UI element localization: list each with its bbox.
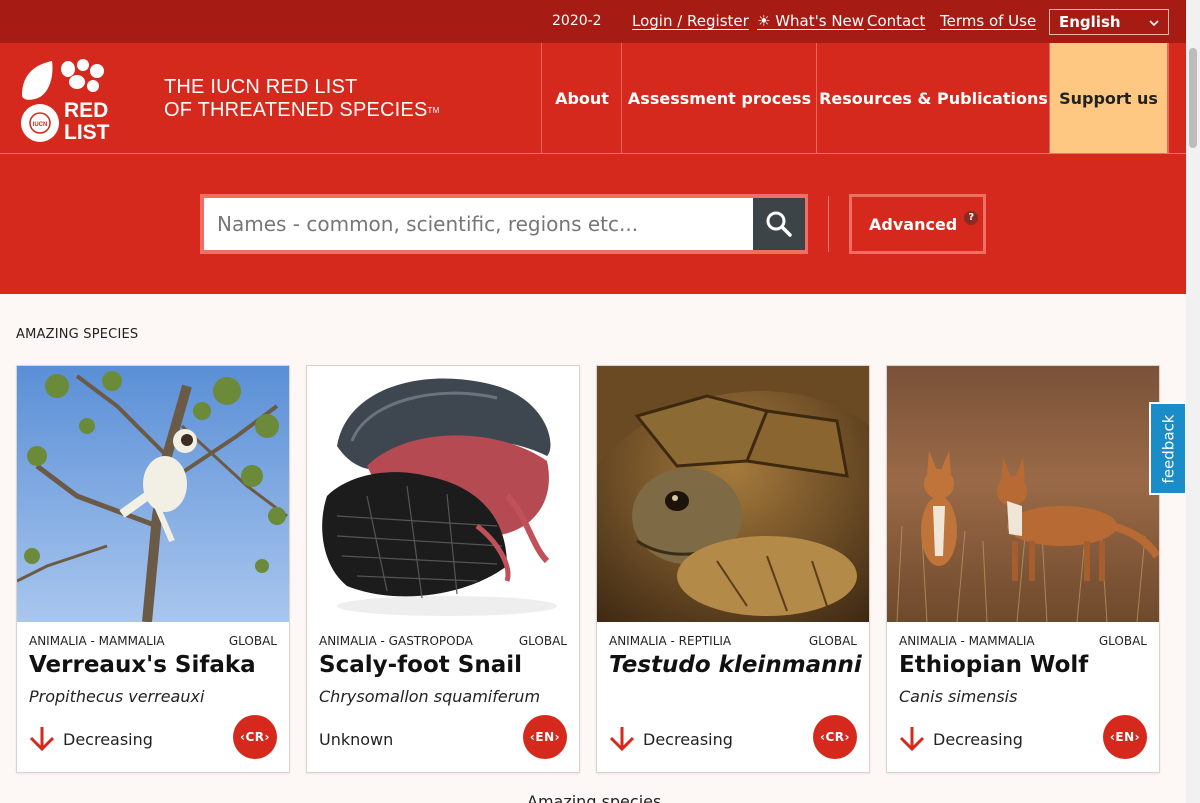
card-scientific-name: Propithecus verreauxi (29, 687, 205, 706)
card-scope: GLOBAL (228, 634, 277, 648)
trademark-mark: TM (427, 106, 440, 115)
category-badge[interactable]: ‹ CR › (813, 715, 857, 759)
version-label: 2020-2 (552, 13, 602, 29)
logo-iucn-text: IUCN (33, 122, 48, 128)
search-box (200, 194, 808, 254)
population-trend: Decreasing (609, 725, 733, 753)
card-common-name[interactable]: Ethiopian Wolf (899, 652, 1088, 678)
card-scientific-name: Chrysomallon squamiferum (319, 687, 541, 706)
species-card[interactable]: ANIMALIA - REPTILIA GLOBAL Testudo klein… (596, 365, 870, 773)
card-taxonomy: ANIMALIA - GASTROPODA (319, 634, 473, 648)
population-trend: Decreasing (29, 725, 153, 753)
site-header: IUCN RED LIST THE IUCN RED LIST OF THREA… (0, 43, 1186, 154)
nav-assessment-process[interactable]: Assessment process (621, 43, 817, 153)
category-badge[interactable]: ‹ EN › (1103, 715, 1147, 759)
category-badge[interactable]: ‹ CR › (233, 715, 277, 759)
card-common-name[interactable]: Verreaux's Sifaka (29, 652, 256, 678)
site-title-line2: OF THREATENED SPECIES (164, 99, 428, 121)
search-divider (828, 196, 829, 252)
card-scientific-name: Canis simensis (899, 687, 1018, 706)
logo-red-text: RED (64, 99, 108, 122)
language-value: English (1059, 13, 1121, 31)
site-title-line1: THE IUCN RED LIST (164, 76, 358, 98)
whats-new-link[interactable]: ☀ What's New (757, 12, 864, 30)
advanced-label: Advanced (869, 214, 958, 234)
search-band: Advanced ? (0, 154, 1186, 294)
card-taxonomy: ANIMALIA - MAMMALIA (899, 634, 1035, 648)
category-code: CR (245, 730, 265, 744)
site-title: THE IUCN RED LIST OF THREATENED SPECIEST… (164, 76, 439, 122)
trend-label: Decreasing (933, 729, 1023, 749)
nav-about[interactable]: About (541, 43, 622, 153)
species-photo-snail (307, 366, 579, 622)
trend-label: Decreasing (643, 729, 733, 749)
chevron-down-icon (1149, 20, 1159, 27)
trend-label: Unknown (319, 729, 394, 749)
contact-link[interactable]: Contact (867, 12, 925, 30)
arrow-down-icon (899, 727, 925, 752)
iucn-red-list-logo[interactable]: IUCN RED LIST (20, 57, 112, 143)
card-taxonomy: ANIMALIA - MAMMALIA (29, 634, 165, 648)
card-common-name[interactable]: Testudo kleinmanni (609, 652, 862, 678)
arrow-down-icon (609, 727, 635, 752)
species-photo-sifaka (17, 366, 289, 622)
category-badge[interactable]: ‹ EN › (523, 715, 567, 759)
arrow-down-icon (29, 727, 55, 752)
search-icon (766, 211, 792, 237)
search-button[interactable] (753, 198, 805, 250)
feedback-label: feedback (1159, 414, 1177, 483)
card-scope: GLOBAL (1098, 634, 1147, 648)
card-scope: GLOBAL (518, 634, 567, 648)
trend-label: Decreasing (63, 729, 153, 749)
login-register-link[interactable]: Login / Register (632, 12, 749, 30)
card-common-name[interactable]: Scaly-foot Snail (319, 652, 522, 678)
terms-of-use-link[interactable]: Terms of Use (940, 12, 1036, 30)
species-photo-tortoise (597, 366, 869, 622)
species-card[interactable]: ANIMALIA - GASTROPODA GLOBAL Scaly-foot … (306, 365, 580, 773)
scrollbar-thumb[interactable] (1189, 48, 1197, 148)
population-trend: Unknown (319, 725, 393, 753)
feedback-tab[interactable]: feedback (1149, 402, 1185, 495)
species-photo-wolf (887, 366, 1159, 622)
category-code: EN (1115, 730, 1135, 744)
help-icon[interactable]: ? (964, 211, 979, 225)
species-card[interactable]: ANIMALIA - MAMMALIA GLOBAL Ethiopian Wol… (886, 365, 1160, 773)
advanced-search-button[interactable]: Advanced ? (849, 194, 986, 254)
page-scrollbar[interactable] (1186, 0, 1200, 803)
section-title: AMAZING SPECIES (16, 327, 139, 342)
category-code: EN (535, 730, 555, 744)
language-select[interactable]: English (1049, 9, 1169, 35)
category-code: CR (825, 730, 845, 744)
logo-list-text: LIST (64, 121, 110, 143)
species-card[interactable]: ANIMALIA - MAMMALIA GLOBAL Verreaux's Si… (16, 365, 290, 773)
section-subtitle: Amazing species (527, 792, 662, 803)
search-input[interactable] (204, 198, 754, 250)
nav-resources-publications[interactable]: Resources & Publications (816, 43, 1050, 153)
population-trend: Decreasing (899, 725, 1023, 753)
card-scope: GLOBAL (808, 634, 857, 648)
card-taxonomy: ANIMALIA - REPTILIA (609, 634, 732, 648)
top-bar: 2020-2 Login / Register ☀ What's New Con… (0, 0, 1186, 43)
nav-support-us[interactable]: Support us (1049, 43, 1169, 153)
